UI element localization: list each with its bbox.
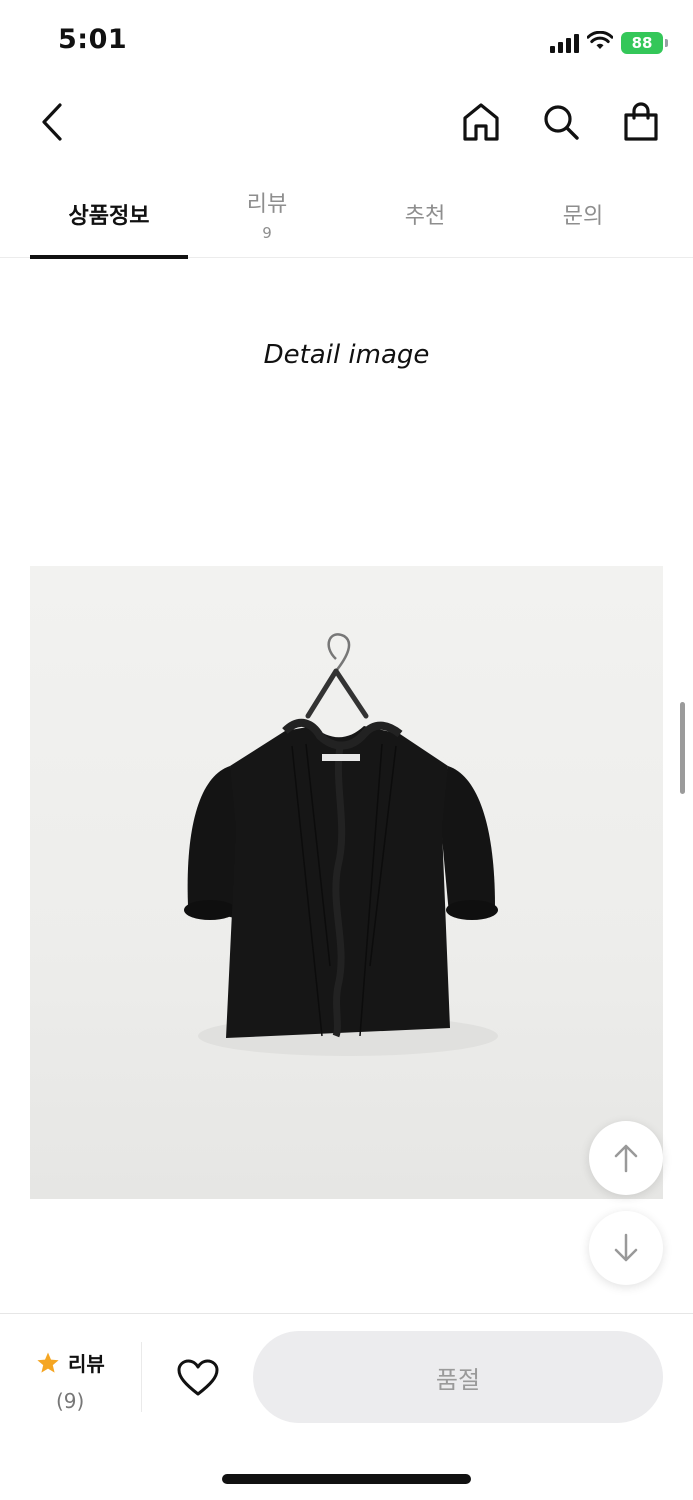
tab-label: 추천 xyxy=(404,204,446,229)
review-summary-top: 리뷰 xyxy=(36,1348,136,1377)
review-label: 리뷰 xyxy=(68,1352,105,1376)
product-tabs: 상품정보 리뷰 9 추천 문의 xyxy=(0,170,693,259)
nav-actions xyxy=(459,100,663,144)
shopping-bag-icon xyxy=(624,102,658,141)
star-icon xyxy=(37,1352,59,1373)
product-photo xyxy=(30,566,663,1199)
heart-icon xyxy=(177,1359,219,1396)
sold-out-button[interactable]: 품절 xyxy=(253,1331,663,1423)
bottom-action-bar: 리뷰 (9) 품절 xyxy=(0,1313,693,1443)
arrow-up-icon xyxy=(614,1144,638,1173)
scroll-to-top-button[interactable] xyxy=(589,1121,663,1195)
status-indicators: 88 xyxy=(550,30,668,56)
tab-label: 상품정보 xyxy=(68,204,150,229)
status-time: 5:01 xyxy=(58,24,128,55)
chevron-left-icon xyxy=(42,103,62,141)
home-button[interactable] xyxy=(459,100,503,144)
home-indicator xyxy=(222,1474,471,1484)
wifi-icon xyxy=(586,30,614,55)
cellular-signal-icon xyxy=(550,33,579,53)
arrow-down-icon xyxy=(614,1233,638,1262)
tab-product-info[interactable]: 상품정보 xyxy=(30,170,188,259)
detail-image-heading: Detail image xyxy=(263,340,430,370)
scroll-to-bottom-button[interactable] xyxy=(589,1211,663,1285)
tab-recommendations[interactable]: 추천 xyxy=(346,170,504,258)
scrollbar[interactable] xyxy=(680,702,685,794)
tab-inquiry[interactable]: 문의 xyxy=(504,170,662,258)
battery-level: 88 xyxy=(631,34,653,52)
divider xyxy=(141,1342,142,1412)
tab-label: 문의 xyxy=(562,204,604,229)
tab-reviews[interactable]: 리뷰 9 xyxy=(188,170,346,258)
home-icon xyxy=(463,103,499,141)
back-button[interactable] xyxy=(30,100,74,144)
tab-label: 리뷰 xyxy=(246,192,288,217)
top-navigation xyxy=(0,80,693,170)
search-icon xyxy=(544,105,579,140)
cart-button[interactable] xyxy=(619,100,663,144)
status-bar: 5:01 88 xyxy=(0,0,693,80)
tab-review-count: 9 xyxy=(262,224,272,242)
review-count: (9) xyxy=(56,1389,85,1413)
battery-icon: 88 xyxy=(621,32,668,54)
review-summary[interactable]: 리뷰 (9) xyxy=(36,1348,136,1413)
wishlist-button[interactable] xyxy=(176,1356,220,1400)
search-button[interactable] xyxy=(539,100,583,144)
